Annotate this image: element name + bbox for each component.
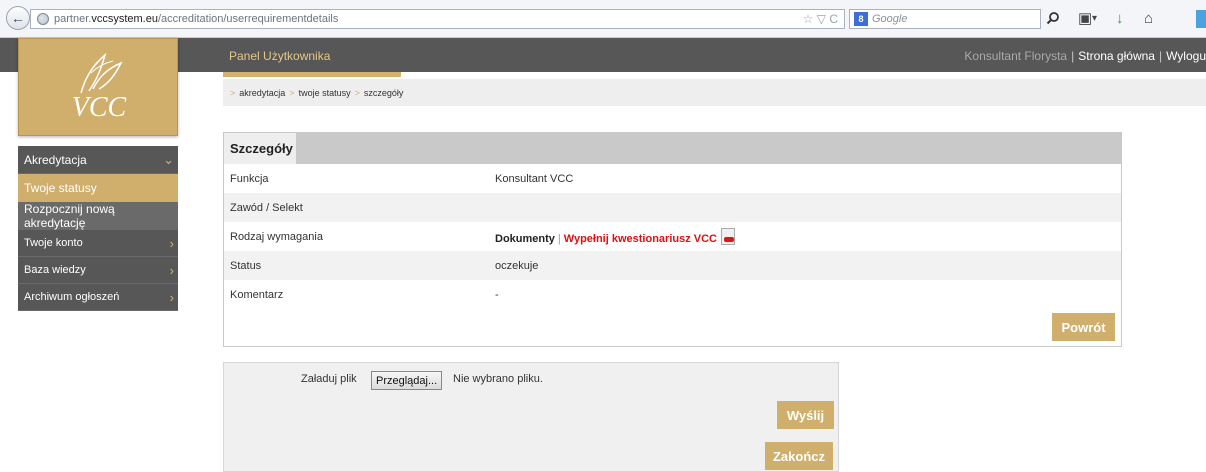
sidebar: Akredytacja ⌄ Twoje statusy Rozpocznij n… xyxy=(18,146,178,311)
sidebar-item-twoje-konto[interactable]: Twoje konto › xyxy=(18,230,178,257)
detail-label: Komentarz xyxy=(230,288,284,301)
dropdown-icon[interactable]: ▾ xyxy=(1092,10,1097,28)
chevron-down-icon: ⌄ xyxy=(163,151,174,167)
details-title: Szczegóły xyxy=(224,133,296,164)
download-icon[interactable]: ↓ xyxy=(1116,10,1124,28)
chevron-right-icon: › xyxy=(169,262,174,278)
documents-link[interactable]: Dokumenty xyxy=(495,233,555,245)
back-button[interactable]: Powrót xyxy=(1052,313,1115,341)
user-name: Konsultant Florysta xyxy=(964,49,1068,63)
user-links: Konsultant Florysta | Strona główna | Wylogu xyxy=(964,49,1206,63)
upload-panel: Załaduj plik Przeglądaj... Nie wybrano p… xyxy=(223,362,839,472)
breadcrumb-akredytacja[interactable]: akredytacja xyxy=(239,88,285,98)
detail-label: Rodzaj wymagania xyxy=(230,230,323,243)
logo-leaf-icon xyxy=(80,52,123,94)
sidebar-item-label: Rozpocznij nową akredytację xyxy=(24,202,115,230)
bookmarks-icon[interactable]: ▣ xyxy=(1078,10,1092,28)
breadcrumb: > akredytacja > twoje statusy > szczegół… xyxy=(223,79,1206,106)
detail-value: - xyxy=(495,288,499,301)
panel-title[interactable]: Panel Użytkownika xyxy=(229,49,330,63)
address-bar[interactable]: partner.vccsystem.eu/accreditation/userr… xyxy=(30,9,845,29)
search-placeholder: Google xyxy=(872,13,908,25)
detail-label: Status xyxy=(230,259,262,272)
home-icon[interactable]: ⌂ xyxy=(1144,10,1153,28)
breadcrumb-szczegoly: szczegóły xyxy=(363,87,404,98)
detail-value: Konsultant VCC xyxy=(495,172,574,185)
finish-button[interactable]: Zakończ xyxy=(765,442,833,470)
sidebar-item-label: Baza wiedzy xyxy=(24,264,86,276)
detail-row-status: Status oczekuje xyxy=(224,251,1121,280)
details-panel: Szczegóły Funkcja Konsultant VCC Zawód /… xyxy=(223,132,1122,347)
send-button[interactable]: Wyślij xyxy=(777,401,834,429)
browser-toolbar: ← partner.vccsystem.eu/accreditation/use… xyxy=(0,0,1206,38)
sidebar-item-twoje-statusy[interactable]: Twoje statusy xyxy=(18,174,178,202)
sidebar-item-label: Archiwum ogłoszeń xyxy=(24,291,120,303)
chevron-right-icon: > xyxy=(354,87,360,98)
sidebar-item-label: Akredytacja xyxy=(24,152,87,167)
details-header: Szczegóły xyxy=(224,133,1121,164)
chevron-right-icon: > xyxy=(230,87,236,98)
globe-icon xyxy=(37,13,49,25)
home-link[interactable]: Strona główna xyxy=(1078,49,1155,63)
detail-label: Funkcja xyxy=(230,172,269,185)
chevron-right-icon: › xyxy=(169,235,174,251)
detail-row-komentarz: Komentarz - xyxy=(224,280,1121,309)
pdf-icon[interactable] xyxy=(721,228,735,245)
sidebar-item-label: Twoje statusy xyxy=(24,181,97,195)
logout-link[interactable]: Wylogu xyxy=(1166,49,1206,63)
breadcrumb-twoje-statusy[interactable]: twoje statusy xyxy=(299,88,351,98)
sidebar-item-akredytacja[interactable]: Akredytacja ⌄ xyxy=(18,146,178,174)
detail-row-zawod: Zawód / Selekt xyxy=(224,193,1121,222)
fill-questionnaire-link[interactable]: Wypełnij kwestionariusz VCC xyxy=(564,233,717,245)
search-input[interactable]: 8 Google xyxy=(849,9,1041,29)
sidebar-item-baza-wiedzy[interactable]: Baza wiedzy › xyxy=(18,257,178,284)
url-text: partner.vccsystem.eu/accreditation/userr… xyxy=(54,13,339,25)
sidebar-item-archiwum[interactable]: Archiwum ogłoszeń › xyxy=(18,284,178,311)
browse-button[interactable]: Przeglądaj... xyxy=(371,371,443,390)
detail-value: Dokumenty | Wypełnij kwestionariusz VCC xyxy=(495,228,1121,245)
sidebar-item-rozpocznij-akredytacje[interactable]: Rozpocznij nową akredytację xyxy=(18,202,178,230)
upload-label: Załaduj plik xyxy=(301,373,357,385)
sidebar-item-label: Twoje konto xyxy=(24,237,83,249)
detail-label: Zawód / Selekt xyxy=(230,201,303,214)
active-tab-indicator xyxy=(223,72,401,77)
back-arrow-icon[interactable]: ← xyxy=(6,6,30,30)
logo-text: VCC xyxy=(71,92,127,123)
google-icon[interactable]: 8 xyxy=(854,12,868,26)
status-value: oczekuje xyxy=(495,259,539,272)
logo[interactable]: VCC xyxy=(18,38,178,136)
chevron-right-icon: › xyxy=(169,289,174,305)
detail-row-rodzaj: Rodzaj wymagania Dokumenty | Wypełnij kwes… xyxy=(224,222,1121,251)
url-controls[interactable]: ☆ ▽ C xyxy=(803,12,838,26)
chevron-right-icon: > xyxy=(289,87,295,98)
search-icon[interactable] xyxy=(1046,11,1060,25)
top-navigation-bar: Panel Użytkownika Konsultant Florysta | St… xyxy=(0,38,1206,72)
link-separator: | xyxy=(557,233,561,245)
extension-icon[interactable] xyxy=(1196,10,1206,28)
no-file-text: Nie wybrano pliku. xyxy=(453,373,543,385)
detail-row-funkcja: Funkcja Konsultant VCC xyxy=(224,164,1121,193)
